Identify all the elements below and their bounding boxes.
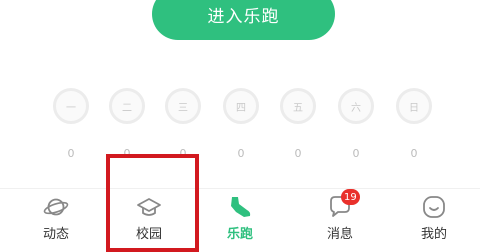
day-monday[interactable]: 一 0: [43, 88, 99, 160]
bottom-tab-bar: 动态 校园 乐跑 19 消息 我的: [0, 188, 480, 247]
day-circle: 一: [53, 88, 89, 124]
day-count: 0: [410, 147, 418, 160]
day-circle: 五: [280, 88, 316, 124]
unread-badge: 19: [341, 189, 360, 205]
tab-label: 消息: [326, 227, 353, 242]
enter-run-button[interactable]: 进入乐跑: [152, 0, 335, 40]
tab-messages[interactable]: 19 消息: [305, 188, 375, 247]
day-wednesday[interactable]: 三 0: [155, 88, 211, 160]
day-count: 0: [237, 147, 245, 160]
tab-label: 乐跑: [226, 227, 253, 242]
tab-profile[interactable]: 我的: [399, 188, 469, 247]
smiley-face-icon: [421, 194, 447, 220]
day-thursday[interactable]: 四 0: [213, 88, 269, 160]
running-shoe-icon: [227, 194, 253, 220]
day-circle: 四: [223, 88, 259, 124]
day-sunday[interactable]: 日 0: [386, 88, 442, 160]
day-circle: 六: [338, 88, 374, 124]
day-saturday[interactable]: 六 0: [328, 88, 384, 160]
tab-label: 我的: [420, 227, 447, 242]
day-circle: 日: [396, 88, 432, 124]
day-circle: 二: [109, 88, 145, 124]
chat-bubble-icon: 19: [327, 189, 360, 220]
day-tuesday[interactable]: 二 0: [99, 88, 155, 160]
day-count: 0: [67, 147, 75, 160]
highlight-annotation-box: [106, 154, 199, 252]
tab-label: 动态: [42, 227, 69, 242]
planet-icon: [43, 194, 69, 220]
weekly-run-summary: 一 0 二 0 三 0 四 0 五 0 六 0 日 0: [0, 88, 480, 168]
day-circle: 三: [165, 88, 201, 124]
day-count: 0: [352, 147, 360, 160]
tab-feed[interactable]: 动态: [21, 188, 91, 247]
day-count: 0: [294, 147, 302, 160]
day-friday[interactable]: 五 0: [270, 88, 326, 160]
tab-run[interactable]: 乐跑: [205, 188, 275, 247]
